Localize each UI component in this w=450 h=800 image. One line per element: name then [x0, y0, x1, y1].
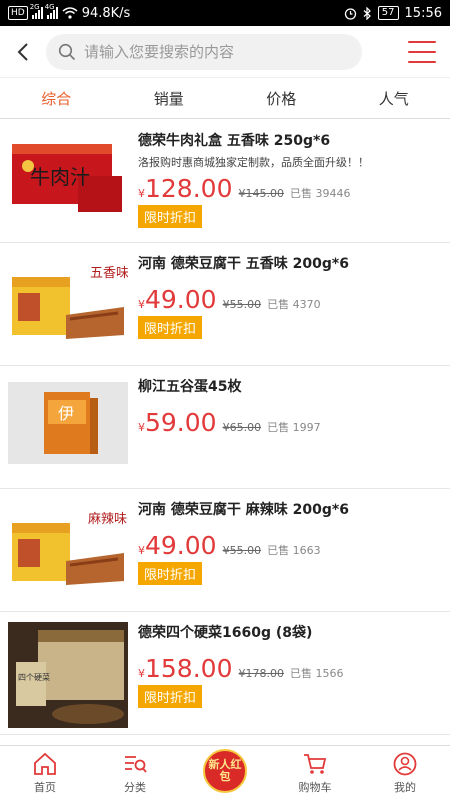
nav-home-label: 首页 [34, 781, 56, 794]
product-title: 柳江五谷蛋45枚 [138, 379, 242, 395]
back-arrow-icon [17, 42, 28, 61]
red-packet-icon: 新人红包 [203, 749, 247, 793]
product-item[interactable]: 四个硬菜 德荣四个硬菜1660g (8袋) ¥ 158.00 ¥178.00 已… [0, 612, 450, 735]
product-thumb-text: 五香味 [90, 266, 128, 281]
home-icon [34, 752, 56, 775]
currency-symbol: ¥ [138, 421, 145, 434]
nav-home[interactable]: 首页 [0, 746, 90, 800]
product-price: 59.00 [145, 408, 217, 437]
clock: 15:56 [404, 5, 442, 21]
battery-icon: 57 [377, 6, 399, 20]
product-thumb-text: 牛肉汁 [30, 165, 90, 189]
tab-price[interactable]: 价格 [225, 79, 338, 118]
nav-category-label: 分类 [124, 781, 146, 794]
nav-cart-label: 购物车 [298, 781, 332, 794]
category-icon [125, 756, 147, 773]
price-row: ¥ 158.00 ¥178.00 已售 1566 [138, 654, 442, 683]
product-item[interactable]: 五香味 河南 德荣豆腐干 五香味 200g*6 ¥ 49.00 ¥55.00 已… [0, 243, 450, 366]
product-info: 德荣牛肉礼盒 五香味 250g*6 洛报购时惠商城独家定制款，品质全面升级！！ … [128, 126, 442, 236]
original-price: ¥65.00 [222, 421, 262, 434]
status-bar: HD 2G 4G 94.8K/s 57 15:56 [0, 0, 450, 26]
alarm-icon [344, 7, 356, 20]
bottom-nav: 首页 分类 新人红包 购物车 我的 [0, 745, 450, 800]
product-price: 158.00 [145, 654, 233, 683]
currency-symbol: ¥ [138, 544, 145, 557]
tab-sales[interactable]: 销量 [113, 79, 226, 118]
product-title: 河南 德荣豆腐干 麻辣味 200g*6 [138, 502, 349, 518]
currency-symbol: ¥ [138, 298, 145, 311]
tab-comprehensive[interactable]: 综合 [0, 79, 113, 118]
cart-icon [304, 754, 327, 774]
product-image-four-dishes: 四个硬菜 [8, 622, 128, 728]
bluetooth-icon [363, 6, 371, 20]
price-row: ¥ 59.00 ¥65.00 已售 1997 [138, 408, 442, 437]
discount-badge[interactable]: 限时折扣 [138, 316, 203, 339]
sold-count: 已售 1566 [289, 667, 344, 680]
wifi-icon [62, 7, 78, 19]
sold-count: 已售 1997 [267, 421, 321, 434]
nav-cart[interactable]: 购物车 [270, 746, 360, 800]
product-title: 德荣牛肉礼盒 五香味 250g*6 [138, 133, 331, 149]
currency-symbol: ¥ [138, 667, 145, 680]
menu-button[interactable] [408, 40, 436, 63]
product-item[interactable]: 伊 柳江五谷蛋45枚 ¥ 59.00 ¥65.00 已售 1997 [0, 366, 450, 489]
original-price: ¥55.00 [222, 298, 262, 311]
product-price: 49.00 [145, 285, 217, 314]
product-thumb-text: 麻辣味 [88, 512, 127, 527]
nav-red-packet[interactable]: 新人红包 [180, 746, 270, 800]
original-price: ¥178.00 [238, 667, 284, 680]
hd-indicator: HD [8, 6, 28, 20]
sold-count: 已售 39446 [289, 187, 351, 200]
product-title: 德荣四个硬菜1660g (8袋) [138, 625, 313, 641]
product-title: 河南 德荣豆腐干 五香味 200g*6 [138, 256, 349, 272]
tab-popularity[interactable]: 人气 [338, 79, 450, 118]
user-icon [393, 752, 417, 776]
signal-icon-2: 4G [45, 3, 58, 19]
product-thumb-text: 伊 [58, 404, 74, 423]
price-row: ¥ 49.00 ¥55.00 已售 1663 [138, 531, 442, 560]
product-image-beef-gift-box: 牛肉汁 [8, 136, 128, 218]
discount-badge[interactable]: 限时折扣 [138, 205, 203, 228]
sold-count: 已售 1663 [267, 544, 321, 557]
search-icon [58, 43, 76, 60]
search-input[interactable] [84, 42, 344, 61]
discount-badge[interactable]: 限时折扣 [138, 562, 203, 585]
currency-symbol: ¥ [138, 187, 145, 200]
product-thumb-text: 四个硬菜 [18, 672, 50, 682]
back-button[interactable] [0, 26, 46, 78]
original-price: ¥55.00 [222, 544, 262, 557]
product-item[interactable]: 麻辣味 河南 德荣豆腐干 麻辣味 200g*6 ¥ 49.00 ¥55.00 已… [0, 489, 450, 612]
product-image-tofu-five-spice: 五香味 [8, 259, 128, 341]
product-image-tofu-spicy: 麻辣味 [8, 505, 128, 587]
nav-mine[interactable]: 我的 [360, 746, 450, 800]
product-info: 德荣四个硬菜1660g (8袋) ¥ 158.00 ¥178.00 已售 156… [128, 618, 442, 728]
price-row: ¥ 128.00 ¥145.00 已售 39446 [138, 174, 442, 203]
product-image-eggs: 伊 [8, 382, 128, 464]
product-item[interactable]: 牛肉汁 德荣牛肉礼盒 五香味 250g*6 洛报购时惠商城独家定制款，品质全面升… [0, 120, 450, 243]
discount-badge[interactable]: 限时折扣 [138, 685, 203, 708]
menu-icon-bar [408, 40, 436, 43]
product-list: 牛肉汁 德荣牛肉礼盒 五香味 250g*6 洛报购时惠商城独家定制款，品质全面升… [0, 120, 450, 745]
nav-category[interactable]: 分类 [90, 746, 180, 800]
product-price: 128.00 [145, 174, 233, 203]
price-row: ¥ 49.00 ¥55.00 已售 4370 [138, 285, 442, 314]
sort-tabs: 综合 销量 价格 人气 [0, 79, 450, 119]
search-bar[interactable] [46, 33, 362, 70]
product-info: 柳江五谷蛋45枚 ¥ 59.00 ¥65.00 已售 1997 [128, 372, 442, 482]
original-price: ¥145.00 [238, 187, 284, 200]
signal-icon: 2G [30, 3, 43, 19]
nav-mine-label: 我的 [394, 781, 416, 794]
product-info: 河南 德荣豆腐干 麻辣味 200g*6 ¥ 49.00 ¥55.00 已售 16… [128, 495, 442, 605]
product-subtitle: 洛报购时惠商城独家定制款，品质全面升级！！ [138, 156, 369, 169]
sold-count: 已售 4370 [267, 298, 321, 311]
product-info: 河南 德荣豆腐干 五香味 200g*6 ¥ 49.00 ¥55.00 已售 43… [128, 249, 442, 359]
network-speed: 94.8K/s [81, 5, 131, 21]
search-header [0, 26, 450, 78]
product-price: 49.00 [145, 531, 217, 560]
